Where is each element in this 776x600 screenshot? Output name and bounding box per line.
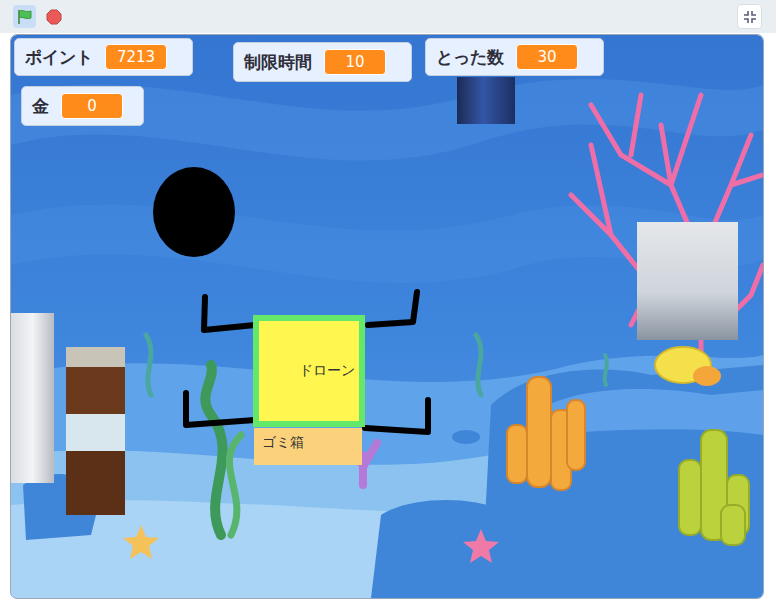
monitor-value: 0 xyxy=(61,93,123,119)
variable-monitor[interactable]: とった数 30 xyxy=(425,38,604,76)
green-flag-icon xyxy=(16,8,34,26)
monitor-value: 30 xyxy=(516,44,578,70)
stop-icon[interactable] xyxy=(46,9,62,25)
monitor-value: 10 xyxy=(324,49,386,75)
black-ball-sprite[interactable] xyxy=(153,167,235,257)
drone-sprite[interactable]: ドローン xyxy=(253,315,365,427)
monitor-value: 7213 xyxy=(105,44,167,70)
monitor-label: 金 xyxy=(32,95,49,118)
can-sprite[interactable] xyxy=(457,77,515,124)
monitor-label: とった数 xyxy=(436,46,504,69)
shrink-icon xyxy=(743,10,757,24)
trash-sprite[interactable]: ゴミ箱 xyxy=(254,428,362,465)
variable-monitor[interactable]: 金0 xyxy=(21,86,144,126)
player-toolbar xyxy=(0,0,776,33)
stage[interactable]: ドローンゴミ箱 ポイント 7213 制限時間 10 とった数 30 金0 xyxy=(11,35,763,598)
variable-monitor[interactable]: 制限時間 10 xyxy=(233,42,412,82)
tea-bottle-sprite[interactable] xyxy=(66,347,125,515)
unfullscreen-button[interactable] xyxy=(737,4,762,29)
green-flag-button[interactable] xyxy=(13,5,36,28)
scratch-player: ドローンゴミ箱 ポイント 7213 制限時間 10 とった数 30 金0 xyxy=(0,0,776,600)
cup-sprite[interactable] xyxy=(637,222,738,340)
monitor-label: ポイント xyxy=(25,46,93,69)
monitor-label: 制限時間 xyxy=(244,51,312,74)
variable-monitor[interactable]: ポイント 7213 xyxy=(14,38,193,76)
bottle-sprite[interactable] xyxy=(11,313,54,483)
